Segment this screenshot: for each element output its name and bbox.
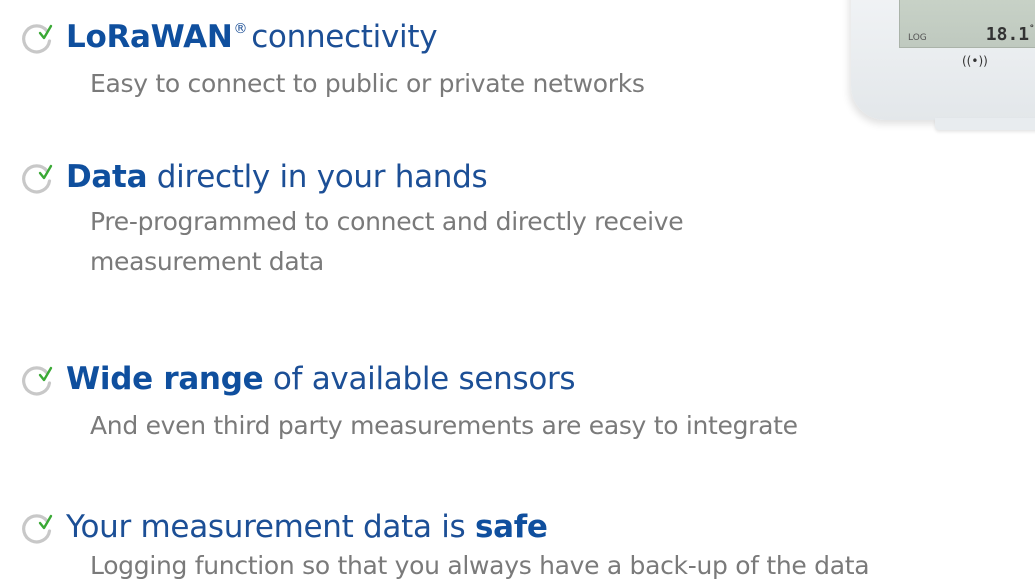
device-screen: LOG 18.1°C [899, 0, 1035, 48]
screen-temperature: 18.1°C [986, 24, 1035, 45]
feature-list-page: LoRaWAN® connectivity Easy to connect to … [0, 0, 1035, 586]
feature-title: Data directly in your hands [66, 158, 488, 196]
feature-title: LoRaWAN® connectivity [66, 18, 438, 62]
registered-mark: ® [233, 21, 248, 37]
temperature-value: 18.1 [985, 24, 1030, 45]
feature-title-rest: directly in your hands [147, 159, 488, 195]
sensor-device-image: LOG 18.1°C ((•)) [845, 0, 1035, 150]
check-circle-icon [22, 164, 53, 194]
feature-title-highlight: LoRaWAN [66, 19, 233, 55]
feature-title-highlight: Data [66, 159, 148, 195]
check-circle-icon [22, 366, 53, 396]
feature-description: Logging function so that you always have… [90, 551, 870, 580]
feature-description: Easy to connect to public or private net… [90, 69, 645, 98]
feature-title: Wide range of available sensors [66, 360, 576, 398]
check-circle-icon [22, 24, 53, 54]
screen-log-label: LOG [908, 33, 927, 43]
feature-description: Pre-programmed to connect and directly r… [90, 207, 684, 276]
device-base [935, 118, 1035, 130]
feature-title-rest: of available sensors [263, 361, 576, 397]
feature-description: And even third party measurements are ea… [90, 411, 798, 440]
check-circle-icon [22, 514, 53, 544]
feature-title-rest: connectivity [251, 19, 438, 55]
feature-title-highlight: safe [474, 509, 548, 545]
feature-title-highlight: Wide range [66, 361, 264, 397]
feature-title: Your measurement data is safe [66, 508, 548, 546]
feature-title-prefix: Your measurement data is [66, 509, 475, 545]
temperature-unit: °C [1029, 24, 1035, 34]
wireless-signal-icon: ((•)) [962, 54, 988, 68]
